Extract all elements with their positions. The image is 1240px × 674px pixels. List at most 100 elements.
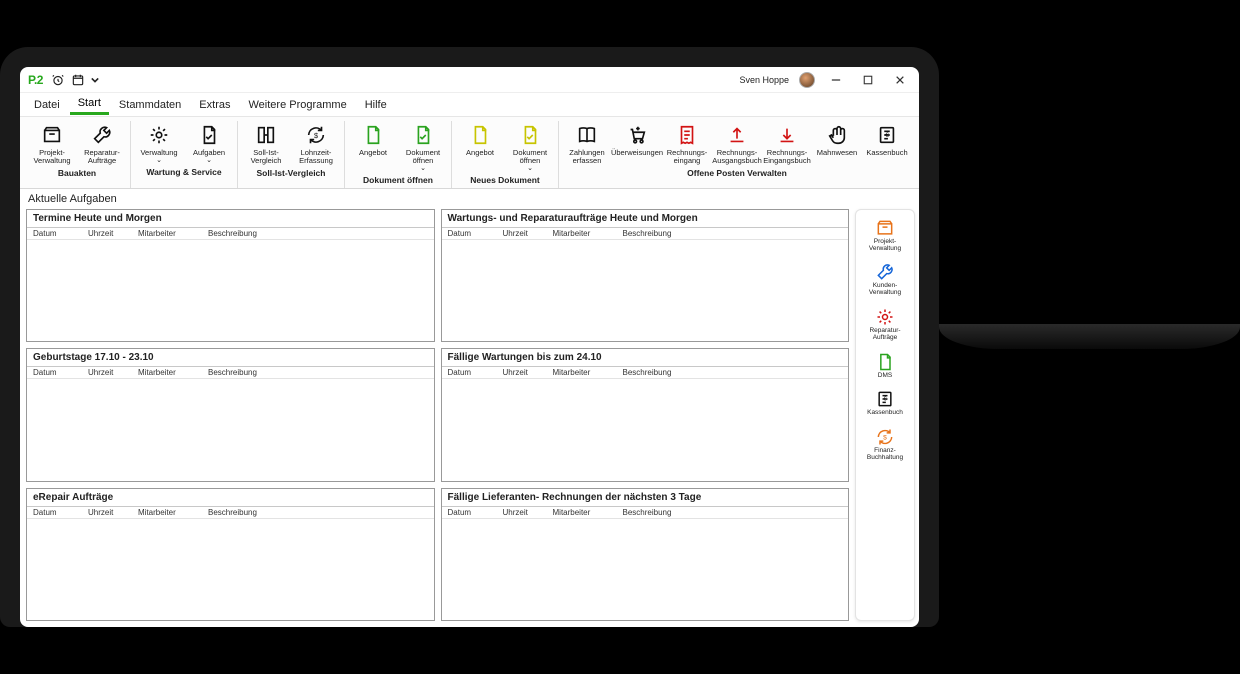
panel-title: Termine Heute und Morgen — [27, 210, 434, 228]
sidebar-button-label: Reparatur- Aufträge — [869, 328, 900, 342]
zahlungen-erfassen-button[interactable]: Zahlungen erfassen — [563, 121, 611, 167]
lohnzeit-erfassung-button[interactable]: $Lohnzeit-Erfassung — [292, 121, 340, 167]
refresh-dollar-black-icon: $ — [304, 123, 328, 147]
dashboard-panel: Termine Heute und MorgenDatumUhrzeitMita… — [26, 209, 435, 342]
column-header: Datum — [448, 508, 503, 517]
panel-columns: DatumUhrzeitMitarbeiterBeschreibung — [27, 228, 434, 240]
chevron-down-icon: ⌄ — [420, 164, 426, 172]
ribbon: Projekt- VerwaltungReparatur- AufträgeBa… — [20, 117, 919, 189]
sb-finanz-button[interactable]: $ Finanz- Buchhaltung — [858, 425, 912, 464]
avatar[interactable] — [799, 72, 815, 88]
ribbon-button-label: Mahnwesen — [817, 149, 857, 157]
gear-black-icon — [147, 123, 171, 147]
dashboard-panel: Fällige Wartungen bis zum 24.10DatumUhrz… — [441, 348, 850, 481]
projekt-verwaltung-button[interactable]: Projekt- Verwaltung — [28, 121, 76, 167]
column-header: Mitarbeiter — [138, 229, 208, 238]
svg-text:$: $ — [314, 131, 318, 140]
sb-dms-button[interactable]: DMS — [858, 350, 912, 382]
soll-ist-vergleich-button[interactable]: Soll-Ist- Vergleich — [242, 121, 290, 167]
ribbon-button-label: Dokument öffnen — [406, 149, 440, 165]
ribbon-group: Zahlungen erfassen Überweisungen Rechnungs… — [559, 121, 915, 188]
doc-check-yellow-icon — [518, 123, 542, 147]
column-header: Datum — [448, 368, 503, 377]
panel-columns: DatumUhrzeitMitarbeiterBeschreibung — [442, 367, 849, 379]
dashboard-panel: eRepair AufträgeDatumUhrzeitMitarbeiterB… — [26, 488, 435, 621]
column-header: Uhrzeit — [88, 368, 138, 377]
page-title: Aktuelle Aufgaben — [20, 189, 919, 207]
angebot-neu-button[interactable]: Angebot — [456, 121, 504, 174]
sb-kassenbuch-button[interactable]: €Kassenbuch — [858, 387, 912, 419]
doc-green-icon — [875, 352, 895, 372]
column-header: Beschreibung — [623, 368, 843, 377]
sidebar-button-label: Projekt- Verwaltung — [869, 239, 901, 253]
ribbon-button-label: Angebot — [359, 149, 387, 157]
ribbon-button-label: Kassenbuch — [866, 149, 907, 157]
reparatur-auftraege-button[interactable]: Reparatur- Aufträge — [78, 121, 126, 167]
calendar-icon[interactable] — [71, 73, 85, 87]
menu-start[interactable]: Start — [70, 94, 109, 115]
column-header: Mitarbeiter — [553, 229, 623, 238]
rechnungs-eingang-button[interactable]: Rechnungs- eingang — [663, 121, 711, 167]
column-header: Beschreibung — [623, 508, 843, 517]
column-header: Uhrzeit — [88, 508, 138, 517]
close-button[interactable] — [889, 71, 911, 89]
column-header: Beschreibung — [623, 229, 843, 238]
doc-check-black-icon — [197, 123, 221, 147]
column-header: Datum — [33, 508, 88, 517]
menu-hilfe[interactable]: Hilfe — [357, 96, 395, 114]
menu-stammdaten[interactable]: Stammdaten — [111, 96, 189, 114]
ribbon-button-label: Rechnungs- eingang — [667, 149, 707, 165]
rechnungs-ausgangsbuch-button[interactable]: Rechnungs- Ausgangsbuch — [713, 121, 761, 167]
rechnungs-eingangsbuch-button[interactable]: Rechnungs- Eingangsbuch — [763, 121, 811, 167]
aufgaben-button[interactable]: Aufgaben⌄ — [185, 121, 233, 166]
upload-red-icon — [725, 123, 749, 147]
chevron-down-icon: ⌄ — [527, 164, 533, 172]
menu-datei[interactable]: Datei — [26, 96, 68, 114]
column-header: Mitarbeiter — [138, 368, 208, 377]
column-header: Mitarbeiter — [553, 508, 623, 517]
alarm-icon[interactable] — [51, 73, 65, 87]
kassenbuch-button[interactable]: €Kassenbuch — [863, 121, 911, 167]
ribbon-group: AngebotDokument öffnen⌄Neues Dokument — [452, 121, 559, 188]
column-header: Uhrzeit — [503, 229, 553, 238]
menu-weitere-programme[interactable]: Weitere Programme — [240, 96, 354, 114]
column-header: Datum — [33, 229, 88, 238]
verwaltung-button[interactable]: Verwaltung⌄ — [135, 121, 183, 166]
panel-columns: DatumUhrzeitMitarbeiterBeschreibung — [442, 507, 849, 519]
mahnwesen-button[interactable]: Mahnwesen — [813, 121, 861, 167]
sb-kunden-button[interactable]: Kunden- Verwaltung — [858, 260, 912, 299]
dashboard-panel: Wartungs- und Reparaturaufträge Heute un… — [441, 209, 850, 342]
dashboard-grid: Termine Heute und MorgenDatumUhrzeitMita… — [26, 209, 849, 621]
menubar: DateiStartStammdatenExtrasWeitere Progra… — [20, 93, 919, 117]
sidebar-button-label: DMS — [878, 373, 892, 380]
column-header: Beschreibung — [208, 508, 428, 517]
ueberweisungen-button[interactable]: Überweisungen — [613, 121, 661, 167]
chevron-down-icon: ⌄ — [156, 156, 162, 164]
ribbon-button-label: Projekt- Verwaltung — [33, 149, 70, 165]
ribbon-button-label: Zahlungen erfassen — [569, 149, 604, 165]
ledger-black-icon: € — [875, 389, 895, 409]
panel-title: Fällige Lieferanten- Rechnungen der näch… — [442, 489, 849, 507]
doc-check-green-icon — [411, 123, 435, 147]
chevron-down-icon: ⌄ — [206, 156, 212, 164]
ribbon-button-label: Rechnungs- Eingangsbuch — [763, 149, 811, 165]
angebot-oeffnen-button[interactable]: Angebot — [349, 121, 397, 174]
dashboard-panel: Geburtstage 17.10 - 23.10DatumUhrzeitMit… — [26, 348, 435, 481]
dokument-oeffnen-button[interactable]: Dokument öffnen⌄ — [399, 121, 447, 174]
column-header: Datum — [33, 368, 88, 377]
panel-columns: DatumUhrzeitMitarbeiterBeschreibung — [442, 228, 849, 240]
sb-reparatur-button[interactable]: Reparatur- Aufträge — [858, 305, 912, 344]
column-header: Beschreibung — [208, 229, 428, 238]
column-header: Mitarbeiter — [553, 368, 623, 377]
ribbon-group: Projekt- VerwaltungReparatur- AufträgeBa… — [24, 121, 131, 188]
svg-text:$: $ — [883, 435, 887, 442]
sidebar-button-label: Finanz- Buchhaltung — [867, 448, 903, 462]
menu-extras[interactable]: Extras — [191, 96, 238, 114]
sb-projekt-button[interactable]: Projekt- Verwaltung — [858, 216, 912, 255]
chevron-down-icon[interactable] — [91, 73, 99, 87]
column-header: Mitarbeiter — [138, 508, 208, 517]
minimize-button[interactable] — [825, 71, 847, 89]
ribbon-group-label: Soll-Ist-Vergleich — [257, 168, 326, 179]
maximize-button[interactable] — [857, 71, 879, 89]
dokument-oeffnen-neu-button[interactable]: Dokument öffnen⌄ — [506, 121, 554, 174]
